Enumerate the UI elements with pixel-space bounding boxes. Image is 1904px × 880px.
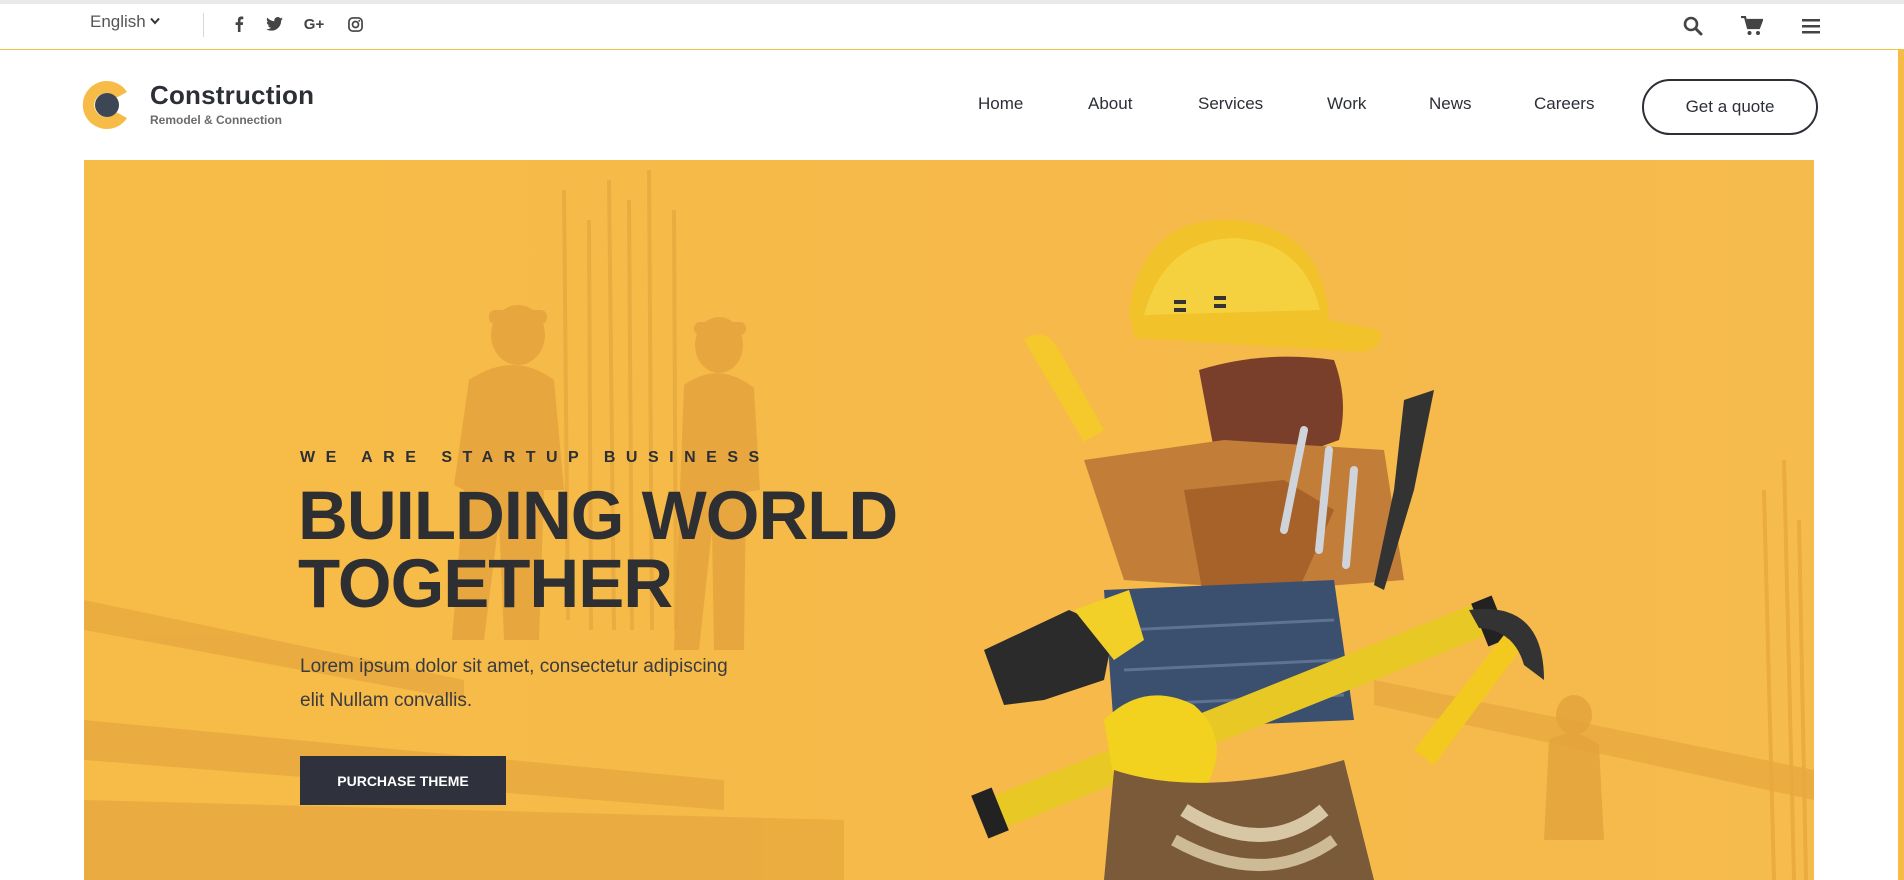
logo-icon[interactable] (80, 79, 132, 131)
google-plus-icon[interactable]: G+ (302, 12, 326, 36)
brand-name[interactable]: Construction (150, 80, 314, 111)
top-bar: English G+ (0, 0, 1904, 50)
hero-eyebrow: WE ARE STARTUP BUSINESS (300, 449, 770, 466)
language-selector[interactable]: English (90, 12, 160, 32)
divider (203, 13, 204, 37)
nav-careers[interactable]: Careers (1534, 94, 1594, 114)
get-a-quote-button[interactable]: Get a quote (1642, 79, 1818, 135)
brand-tagline: Remodel & Connection (150, 113, 283, 127)
instagram-icon[interactable] (343, 12, 367, 36)
nav-home[interactable]: Home (978, 94, 1023, 114)
nav-services[interactable]: Services (1198, 94, 1263, 114)
nav-work[interactable]: Work (1327, 94, 1366, 114)
nav-about[interactable]: About (1088, 94, 1132, 114)
chevron-down-icon (150, 16, 160, 28)
menu-icon[interactable] (1798, 13, 1824, 39)
nav-news[interactable]: News (1429, 94, 1472, 114)
hero-headline-line2: TOGETHER (298, 545, 673, 622)
cart-icon[interactable] (1739, 13, 1765, 39)
hero-headline-line1: BUILDING WORLD (298, 477, 898, 554)
construction-worker-tools-image (971, 219, 1544, 880)
purchase-theme-button[interactable]: PURCHASE THEME (300, 756, 506, 805)
search-icon[interactable] (1680, 13, 1706, 39)
facebook-icon[interactable] (227, 12, 251, 36)
scrollbar[interactable] (1898, 50, 1904, 880)
hero-headline: BUILDING WORLD TOGETHER (298, 477, 898, 622)
language-label: English (90, 12, 146, 31)
google-plus-glyph: G+ (303, 15, 325, 33)
twitter-icon[interactable] (262, 12, 286, 36)
hero-lead-text: Lorem ipsum dolor sit amet, consectetur … (300, 656, 728, 711)
